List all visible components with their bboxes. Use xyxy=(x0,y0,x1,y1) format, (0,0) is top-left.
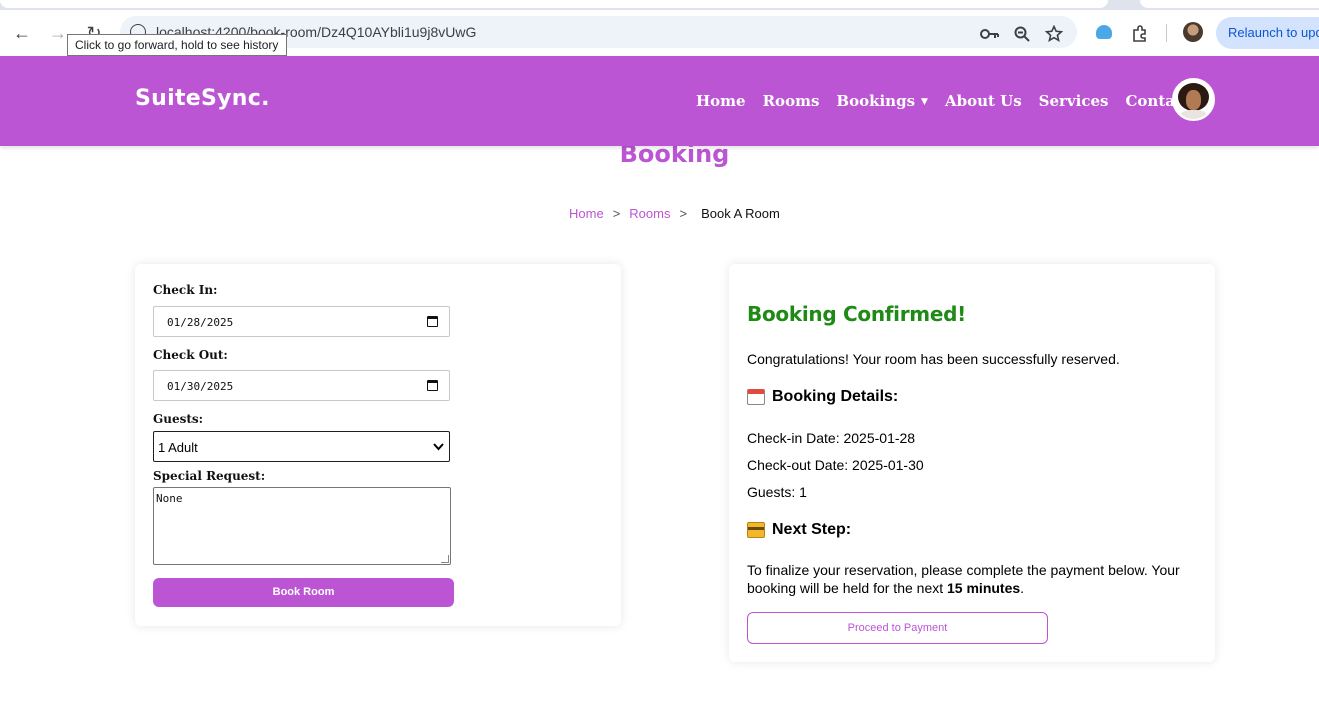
credit-card-icon xyxy=(747,522,765,538)
caret-down-icon: ▼ xyxy=(921,97,928,107)
nav-services[interactable]: Services xyxy=(1039,92,1109,110)
avatar-face xyxy=(1186,90,1201,110)
chevron-down-icon xyxy=(433,440,444,454)
next-step-text: To finalize your reservation, please com… xyxy=(747,561,1202,597)
browser-tab[interactable] xyxy=(0,0,1108,8)
guests-label: Guests: xyxy=(153,412,204,426)
calendar-icon xyxy=(747,389,765,405)
booking-confirmation-card: Booking Confirmed! Congratulations! Your… xyxy=(729,264,1215,662)
check-out-value: 01/30/2025 xyxy=(167,380,234,393)
check-out-label: Check Out: xyxy=(153,348,228,362)
booking-details-heading-text: Booking Details: xyxy=(772,388,899,405)
next-step-heading: Next Step: xyxy=(747,521,851,539)
breadcrumb: Home > Rooms > Book A Room xyxy=(569,206,780,221)
breadcrumb-separator: > xyxy=(612,206,621,221)
cloud-extension-icon[interactable] xyxy=(1096,25,1112,39)
special-request-label: Special Request: xyxy=(153,469,266,483)
next-step-heading-text: Next Step: xyxy=(772,521,852,538)
book-room-button[interactable]: Book Room xyxy=(153,578,454,607)
hold-duration: 15 minutes xyxy=(947,580,1021,596)
guests-detail: Guests: 1 xyxy=(747,484,807,500)
nav-about-us[interactable]: About Us xyxy=(945,92,1022,110)
main-nav: Home Rooms Bookings ▼ About Us Services C… xyxy=(696,92,1208,110)
calendar-picker-icon[interactable] xyxy=(427,316,438,327)
check-in-label: Check In: xyxy=(153,283,218,297)
user-avatar[interactable] xyxy=(1172,78,1215,121)
confirmation-title: Booking Confirmed! xyxy=(747,302,966,326)
bookmark-star-icon[interactable] xyxy=(1044,24,1064,44)
nav-home[interactable]: Home xyxy=(696,92,746,110)
zoom-icon[interactable] xyxy=(1012,24,1032,44)
nav-bookings[interactable]: Bookings ▼ xyxy=(836,92,928,110)
key-icon[interactable] xyxy=(980,24,1000,44)
check-in-date-input[interactable]: 01/28/2025 xyxy=(153,306,450,337)
booking-details-heading: Booking Details: xyxy=(747,388,898,406)
breadcrumb-separator: > xyxy=(679,206,688,221)
check-in-value: 01/28/2025 xyxy=(167,316,234,329)
back-arrow-icon[interactable]: ← xyxy=(9,20,35,46)
confirmation-message: Congratulations! Your room has been succ… xyxy=(747,351,1120,367)
browser-tab[interactable] xyxy=(1140,0,1319,8)
relaunch-button[interactable]: Relaunch to update xyxy=(1216,17,1319,49)
check-out-date-detail: Check-out Date: 2025-01-30 xyxy=(747,457,924,473)
guests-select[interactable]: 1 Adult xyxy=(153,431,450,462)
breadcrumb-current: Book A Room xyxy=(701,206,780,221)
site-header: SuiteSync. Home Rooms Bookings ▼ About Us… xyxy=(0,56,1319,146)
breadcrumb-home[interactable]: Home xyxy=(569,206,604,221)
special-request-textarea[interactable]: None xyxy=(153,487,451,565)
nav-rooms[interactable]: Rooms xyxy=(763,92,820,110)
breadcrumb-rooms[interactable]: Rooms xyxy=(629,206,670,221)
next-step-text-end: . xyxy=(1020,580,1025,596)
extensions-puzzle-icon[interactable] xyxy=(1130,24,1150,44)
avatar-shirt xyxy=(1180,110,1207,119)
check-in-date-detail: Check-in Date: 2025-01-28 xyxy=(747,430,916,446)
calendar-picker-icon[interactable] xyxy=(427,380,438,391)
proceed-to-payment-button[interactable]: Proceed to Payment xyxy=(747,612,1048,644)
browser-tab-strip xyxy=(0,0,1319,10)
special-request-value: None xyxy=(156,492,183,505)
check-out-date-input[interactable]: 01/30/2025 xyxy=(153,370,450,401)
nav-bookings-label: Bookings xyxy=(836,92,916,110)
guests-selected-value: 1 Adult xyxy=(158,440,198,455)
forward-tooltip: Click to go forward, hold to see history xyxy=(67,34,287,56)
browser-profile-avatar[interactable] xyxy=(1183,22,1203,42)
resize-grip-icon[interactable] xyxy=(441,555,449,563)
site-logo[interactable]: SuiteSync. xyxy=(135,86,270,111)
booking-form-card: Check In: 01/28/2025 Check Out: 01/30/20… xyxy=(135,264,621,626)
toolbar-divider xyxy=(1166,24,1167,42)
